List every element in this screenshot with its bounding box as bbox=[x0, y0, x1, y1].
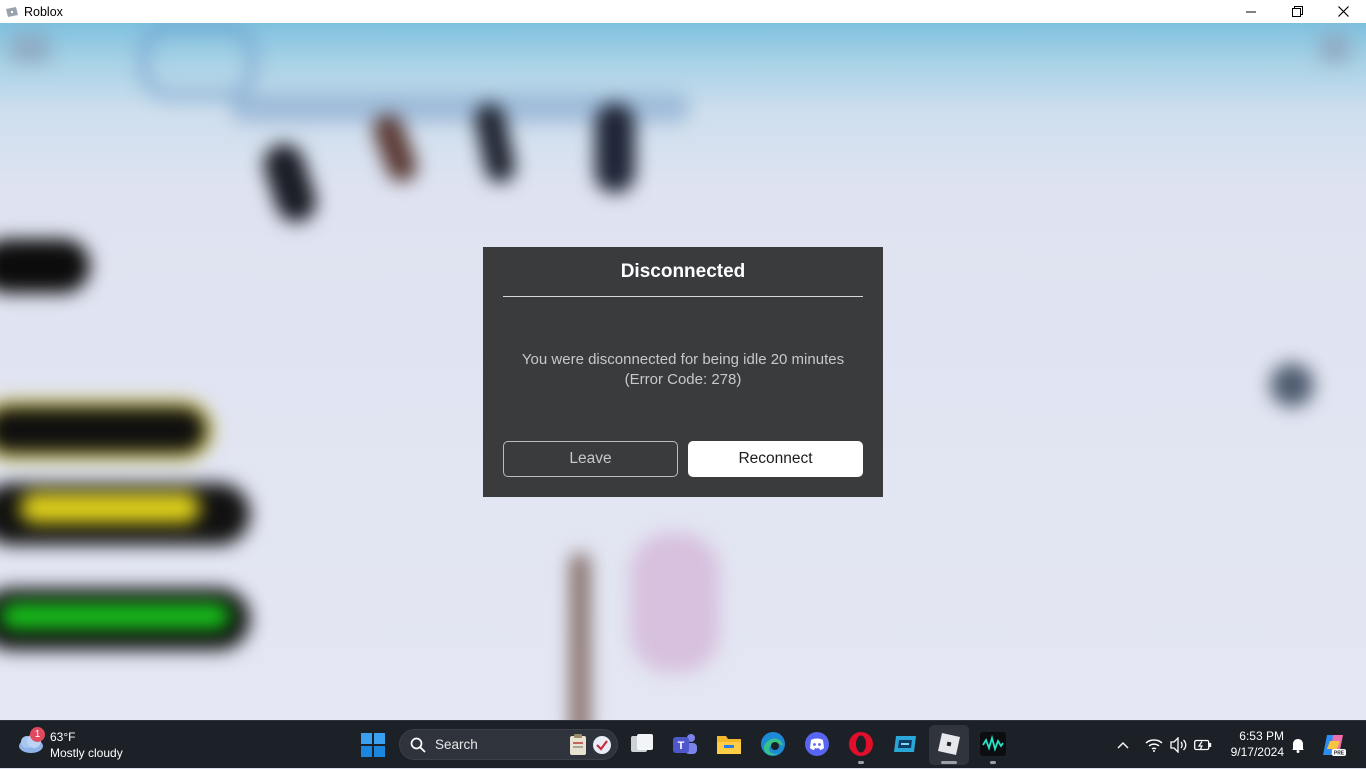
copilot-button[interactable]: PRE bbox=[1320, 721, 1348, 769]
reconnect-button[interactable]: Reconnect bbox=[688, 441, 863, 477]
app-icon bbox=[894, 736, 916, 752]
window-title-bar: Roblox bbox=[0, 0, 1366, 23]
clock-time: 6:53 PM bbox=[1239, 729, 1284, 743]
running-indicator bbox=[990, 761, 996, 764]
weather-notification-badge: 1 bbox=[30, 727, 45, 742]
taskbar: 1 63°F Mostly cloudy Search T 6:53 PM 9/… bbox=[0, 720, 1366, 768]
search-highlight-clipboard-icon bbox=[570, 734, 586, 755]
dialog-message: You were disconnected for being idle 20 … bbox=[503, 350, 863, 390]
teams-icon: T bbox=[673, 734, 697, 754]
taskbar-clock[interactable]: 6:53 PM 9/17/2024 bbox=[1218, 728, 1284, 760]
edge-icon bbox=[761, 732, 785, 756]
dialog-title: Disconnected bbox=[620, 261, 746, 282]
audio-app-button[interactable] bbox=[980, 731, 1006, 764]
show-hidden-icons-button[interactable] bbox=[1112, 721, 1134, 769]
volume-status[interactable] bbox=[1168, 721, 1190, 769]
dialog-message-line1: You were disconnected for being idle 20 … bbox=[521, 351, 845, 368]
task-view-button[interactable] bbox=[629, 731, 655, 757]
close-icon bbox=[1337, 6, 1349, 17]
close-button[interactable] bbox=[1320, 0, 1366, 23]
bell-icon bbox=[1292, 739, 1304, 753]
window-title: Roblox bbox=[24, 4, 63, 19]
svg-text:T: T bbox=[678, 740, 685, 752]
opera-icon bbox=[849, 732, 873, 756]
start-button[interactable] bbox=[361, 733, 385, 757]
battery-icon bbox=[1194, 739, 1212, 751]
wifi-icon bbox=[1145, 739, 1163, 752]
search-placeholder: Search bbox=[435, 737, 478, 752]
audio-app-icon bbox=[980, 732, 1006, 756]
weather-condition: Mostly cloudy bbox=[50, 746, 123, 760]
disconnected-dialog: Disconnected You were disconnected for b… bbox=[483, 247, 883, 497]
weather-temperature: 63°F bbox=[50, 730, 76, 744]
dialog-error-code: (Error Code: 278) bbox=[624, 371, 742, 388]
windows-logo-icon bbox=[361, 733, 385, 757]
search-icon bbox=[410, 737, 426, 753]
chevron-up-icon bbox=[1117, 742, 1129, 749]
running-indicator bbox=[941, 761, 957, 764]
volume-icon bbox=[1170, 737, 1187, 753]
discord-button[interactable] bbox=[804, 731, 830, 757]
taskbar-search[interactable]: Search bbox=[399, 729, 618, 760]
roblox-icon bbox=[938, 733, 960, 755]
wifi-status[interactable] bbox=[1143, 721, 1165, 769]
copilot-icon: PRE bbox=[1323, 735, 1346, 757]
minimize-icon bbox=[1246, 11, 1256, 12]
restore-icon bbox=[1291, 6, 1303, 17]
minimize-button[interactable] bbox=[1228, 0, 1274, 23]
svg-text:PRE: PRE bbox=[1334, 751, 1345, 757]
notification-button[interactable] bbox=[1288, 721, 1308, 769]
pinned-app-button[interactable] bbox=[892, 731, 918, 757]
dialog-divider bbox=[503, 296, 863, 297]
teams-button[interactable]: T bbox=[672, 731, 698, 757]
search-highlight-badge-icon bbox=[593, 736, 611, 754]
file-explorer-icon bbox=[717, 736, 741, 754]
battery-status[interactable] bbox=[1192, 721, 1214, 769]
roblox-button[interactable] bbox=[936, 731, 962, 764]
edge-button[interactable] bbox=[760, 731, 786, 757]
discord-icon bbox=[805, 732, 829, 756]
task-view-icon bbox=[631, 734, 653, 752]
restore-button[interactable] bbox=[1274, 0, 1320, 23]
weather-widget[interactable]: 1 63°F Mostly cloudy bbox=[16, 727, 166, 763]
leave-button[interactable]: Leave bbox=[503, 441, 678, 477]
clock-date: 9/17/2024 bbox=[1230, 745, 1284, 759]
opera-button[interactable] bbox=[848, 731, 874, 764]
file-explorer-button[interactable] bbox=[716, 731, 742, 757]
roblox-window-icon bbox=[5, 5, 19, 19]
running-indicator bbox=[858, 761, 864, 764]
